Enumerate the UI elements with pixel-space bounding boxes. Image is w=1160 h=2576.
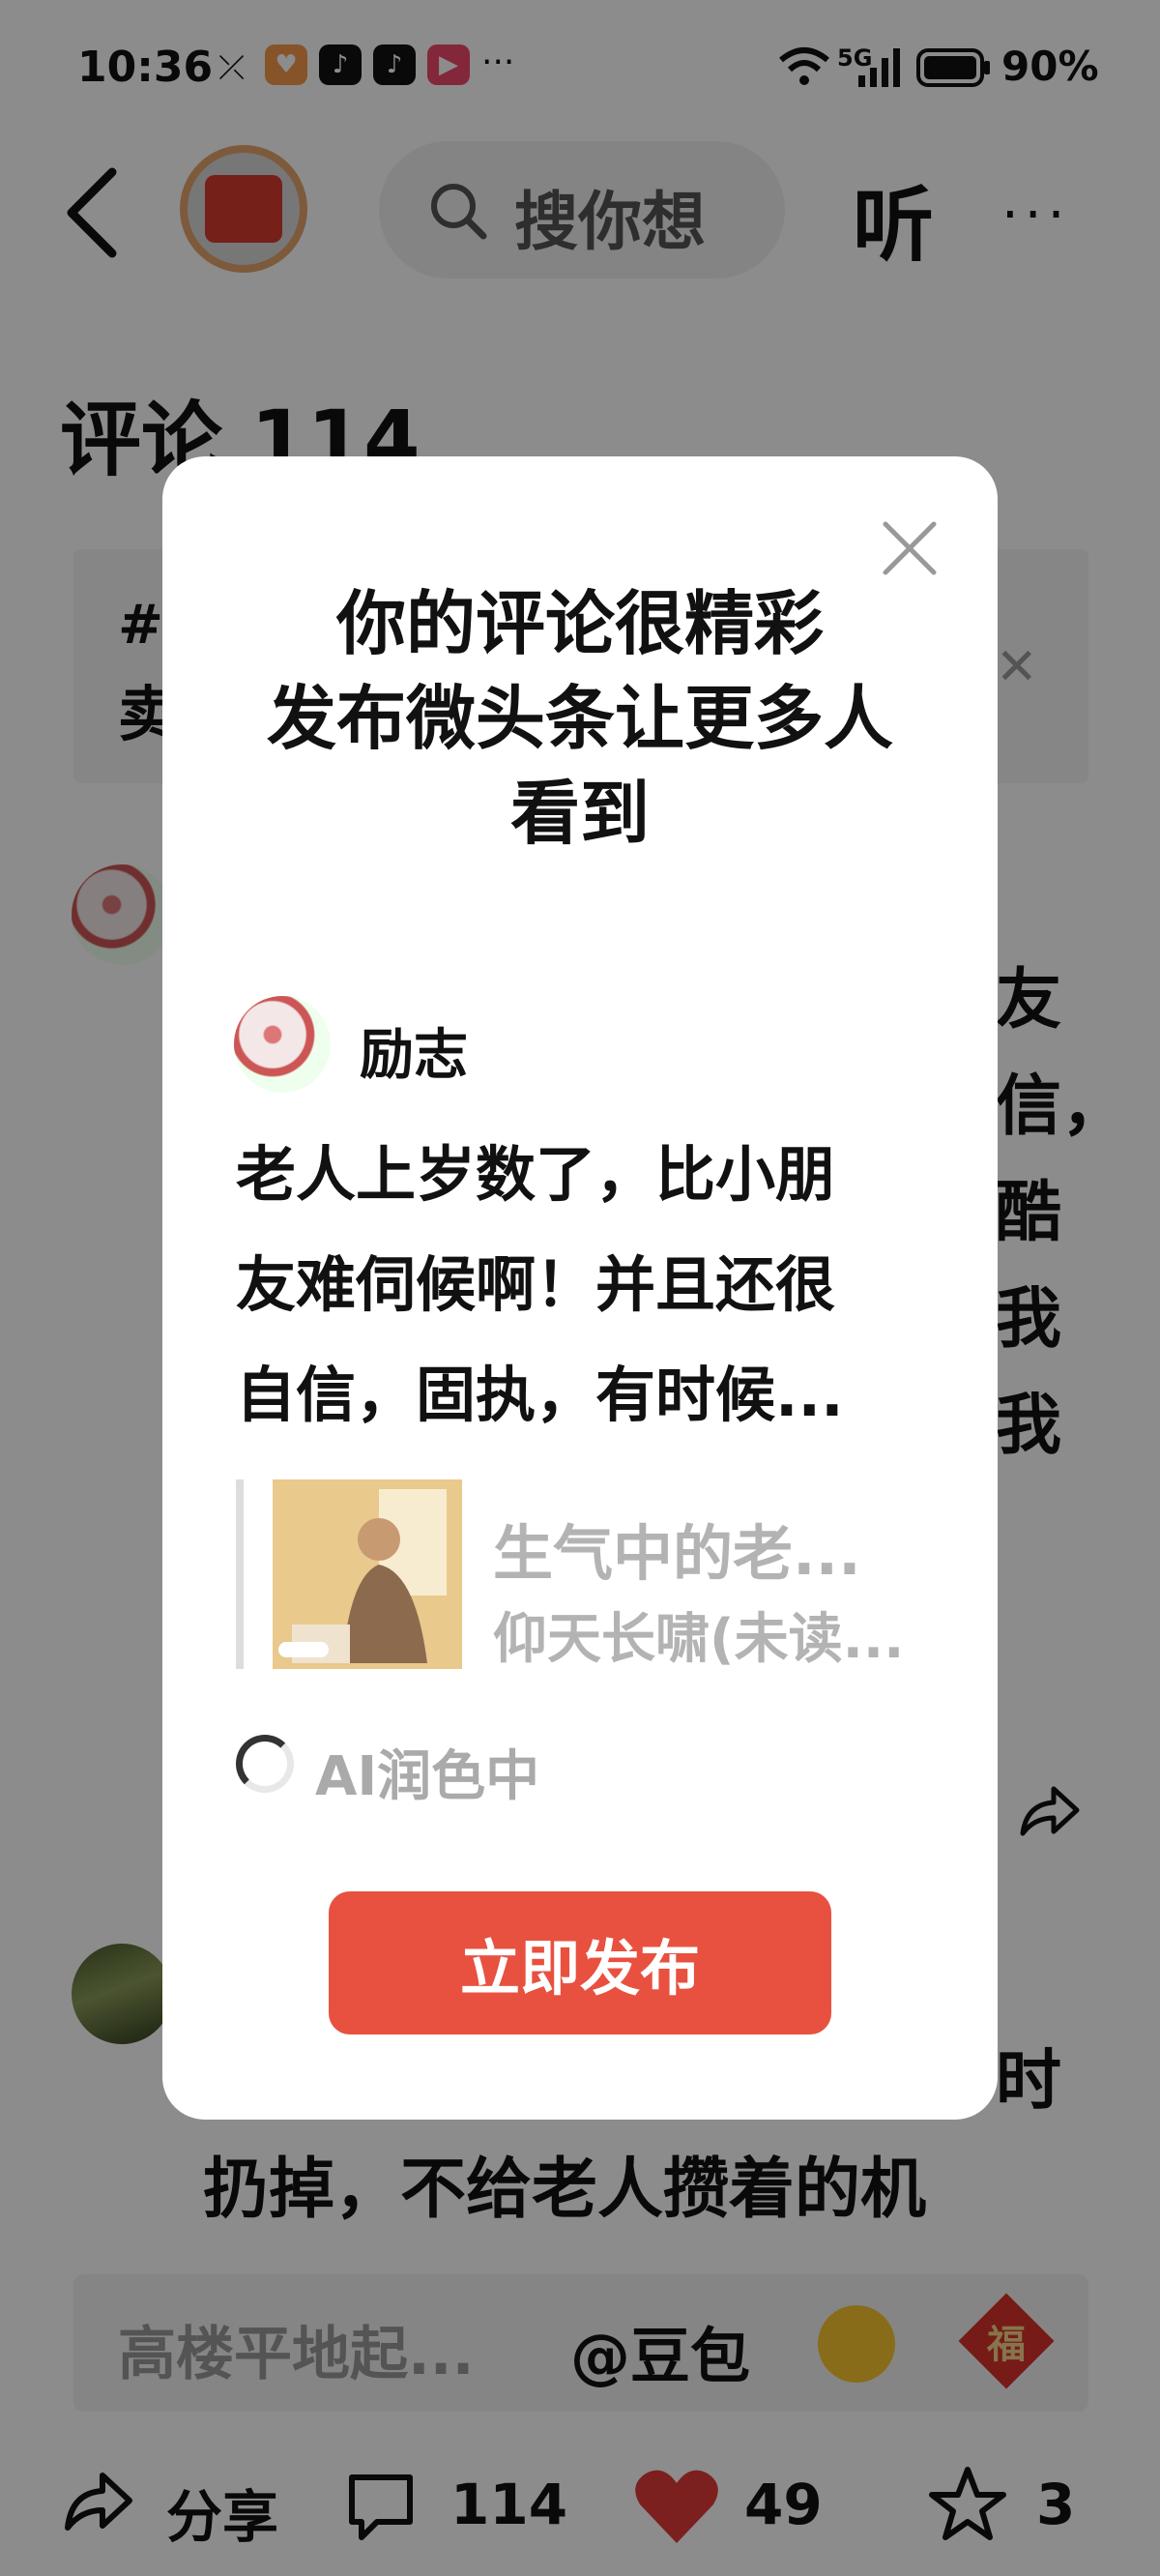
dialog-close-icon[interactable]: [878, 516, 942, 580]
comment-line: 老人上岁数了，比小朋: [236, 1139, 836, 1210]
dialog-title-line: 你的评论很精彩: [335, 583, 824, 664]
quote-divider: [236, 1479, 244, 1669]
dialog-title: 你的评论很精彩 发布微头条让更多人 看到: [162, 576, 998, 861]
comment-line: 自信，固执，有时候...: [236, 1360, 844, 1430]
dialog-title-line: 看到: [509, 773, 650, 854]
article-thumbnail: [273, 1479, 462, 1669]
loading-spinner-icon: [236, 1735, 294, 1793]
quoted-article-author: 仰天长啸(未读...: [493, 1608, 905, 1671]
user-avatar: [234, 996, 331, 1093]
woman-photo-image: [273, 1479, 462, 1669]
quoted-article-title: 生气中的老...: [493, 1518, 861, 1589]
ai-status: AI润色中: [315, 1745, 540, 1808]
comment-line: 友难伺候啊！并且还很: [236, 1249, 836, 1320]
status-dim-overlay: [0, 0, 1160, 116]
dialog-title-line: 发布微头条让更多人: [266, 678, 893, 759]
comment-preview: 老人上岁数了，比小朋 友难伺候啊！并且还很 自信，固执，有时候...: [236, 1120, 932, 1450]
publish-now-button[interactable]: 立即发布: [329, 1891, 831, 2034]
user-name: 励志: [360, 1024, 468, 1087]
